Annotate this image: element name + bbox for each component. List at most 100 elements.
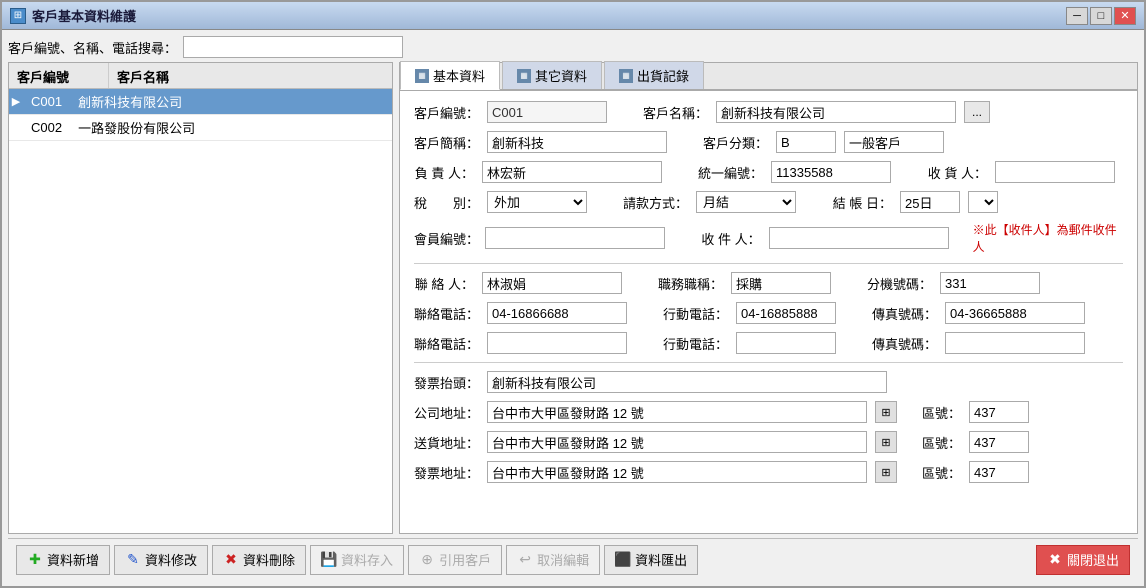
save-icon: 💾 (321, 552, 337, 568)
close-button[interactable]: ✖ 關閉退出 (1036, 545, 1130, 575)
ext-label: 分機號碼： (867, 274, 932, 293)
customer-name-label: 客戶名稱： (643, 103, 708, 122)
form-row-tax: 稅 別： 外加 內含 免稅 請款方式： 月結 現金 結 (414, 191, 1123, 213)
company-addr-input[interactable] (487, 401, 867, 423)
detail-panel: ▦ 基本資料 ▦ 其它資料 ▦ 出貨記錄 客戶 (399, 62, 1138, 534)
maximize-button[interactable]: □ (1090, 7, 1112, 25)
fax1-input[interactable] (945, 302, 1085, 324)
row-indicator: ▶ (9, 95, 23, 108)
cancel-icon: ↩ (517, 552, 533, 568)
company-zone-input[interactable] (969, 401, 1029, 423)
member-input[interactable] (485, 227, 665, 249)
closing-select[interactable] (968, 191, 998, 213)
phone1-label: 聯絡電話： (414, 304, 479, 323)
recipient-input[interactable] (769, 227, 949, 249)
tax-id-input[interactable] (771, 161, 891, 183)
nickname-input[interactable] (487, 131, 667, 153)
company-zone-label: 區號： (921, 403, 961, 422)
job-title-label: 職務職稱： (658, 274, 723, 293)
edit-button[interactable]: ✎ 資料修改 (114, 545, 208, 575)
tab-basic-info[interactable]: ▦ 基本資料 (400, 61, 500, 90)
close-icon: ✖ (1047, 552, 1063, 568)
quote-icon: ⊕ (419, 552, 435, 568)
table-body: ▶ C001 創新科技有限公司 C002 一路發股份有限公司 (9, 89, 392, 533)
job-title-input[interactable] (731, 272, 831, 294)
search-bar: 客戶編號、名稱、電話搜尋： (8, 36, 1138, 58)
cancel-button[interactable]: ↩ 取消編輯 (506, 545, 600, 575)
table-row[interactable]: C002 一路發股份有限公司 (9, 115, 392, 141)
tab-other-info[interactable]: ▦ 其它資料 (502, 61, 602, 89)
table-header: 客戶編號 客戶名稱 (9, 63, 392, 89)
tab-icon: ▦ (517, 69, 531, 83)
tax-select[interactable]: 外加 內含 免稅 (487, 191, 587, 213)
invoice-zone-label: 區號： (921, 463, 961, 482)
add-icon: ✚ (27, 552, 43, 568)
content-area: 客戶編號、名稱、電話搜尋： 客戶編號 客戶名稱 ▶ C001 創新科技有限公司 (2, 30, 1144, 586)
ext-input[interactable] (940, 272, 1040, 294)
main-area: 客戶編號 客戶名稱 ▶ C001 創新科技有限公司 C002 一路發股份有限公司 (8, 62, 1138, 534)
mobile2-input[interactable] (736, 332, 836, 354)
customer-name-ellipsis-button[interactable]: ... (964, 101, 990, 123)
invoice-addr-label: 發票地址： (414, 463, 479, 482)
fax2-input[interactable] (945, 332, 1085, 354)
contact-input[interactable] (482, 161, 662, 183)
form-area: 客戶編號： 客戶名稱： ... 客戶簡稱： 客戶分類： (400, 91, 1137, 533)
toolbar: ✚ 資料新增 ✎ 資料修改 ✖ 資料刪除 💾 資料存入 ⊕ 引用客戶 ↩ 取消編… (8, 538, 1138, 580)
section-divider-2 (414, 362, 1123, 363)
tax-label: 稅 別： (414, 193, 479, 212)
contact-label: 負 責 人： (414, 163, 474, 182)
delivery-addr-input[interactable] (487, 431, 867, 453)
payment-select[interactable]: 月結 現金 (696, 191, 796, 213)
phone1-input[interactable] (487, 302, 627, 324)
payment-label: 請款方式： (623, 193, 688, 212)
close-window-button[interactable]: ✕ (1114, 7, 1136, 25)
receiver-input[interactable] (995, 161, 1115, 183)
tab-shipping-records[interactable]: ▦ 出貨記錄 (604, 61, 704, 89)
form-row-company-addr: 公司地址： ⊞ 區號： (414, 401, 1123, 423)
tax-id-label: 統一編號： (698, 163, 763, 182)
customer-name-input[interactable] (716, 101, 956, 123)
export-button[interactable]: ⬛ 資料匯出 (604, 545, 698, 575)
col-header-code: 客戶編號 (9, 63, 109, 88)
receiver-label: 收 貨 人： (927, 163, 987, 182)
delivery-zone-input[interactable] (969, 431, 1029, 453)
customer-code-label: 客戶編號： (414, 103, 479, 122)
invoice-label: 發票抬頭： (414, 373, 479, 392)
search-label: 客戶編號、名稱、電話搜尋： (8, 38, 177, 57)
search-input[interactable] (183, 36, 403, 58)
fax2-label: 傳真號碼： (872, 334, 937, 353)
form-row-member: 會員編號： 收 件 人： ※此【收件人】為郵件收件人 (414, 221, 1123, 255)
contact2-input[interactable] (482, 272, 622, 294)
invoice-zone-input[interactable] (969, 461, 1029, 483)
title-buttons: ─ □ ✕ (1066, 7, 1136, 25)
form-row-customer-code: 客戶編號： 客戶名稱： ... (414, 101, 1123, 123)
invoice-addr-grid-button[interactable]: ⊞ (875, 461, 897, 483)
form-row-invoice: 發票抬頭： (414, 371, 1123, 393)
invoice-input[interactable] (487, 371, 887, 393)
minimize-button[interactable]: ─ (1066, 7, 1088, 25)
nickname-label: 客戶簡稱： (414, 133, 479, 152)
invoice-addr-input[interactable] (487, 461, 867, 483)
customer-code-cell: C001 (23, 94, 70, 109)
edit-icon: ✎ (125, 552, 141, 568)
form-row-invoice-addr: 發票地址： ⊞ 區號： (414, 461, 1123, 483)
category-input[interactable] (776, 131, 836, 153)
delivery-addr-grid-button[interactable]: ⊞ (875, 431, 897, 453)
company-addr-grid-button[interactable]: ⊞ (875, 401, 897, 423)
mobile1-input[interactable] (736, 302, 836, 324)
closing-label: 結 帳 日： (832, 193, 892, 212)
customer-code-input[interactable] (487, 101, 607, 123)
tab-icon: ▦ (619, 69, 633, 83)
closing-input[interactable] (900, 191, 960, 213)
table-row[interactable]: ▶ C001 創新科技有限公司 (9, 89, 392, 115)
export-icon: ⬛ (615, 552, 631, 568)
quote-button[interactable]: ⊕ 引用客戶 (408, 545, 502, 575)
phone2-label: 聯絡電話： (414, 334, 479, 353)
delete-button[interactable]: ✖ 資料刪除 (212, 545, 306, 575)
delivery-addr-label: 送貨地址： (414, 433, 479, 452)
add-button[interactable]: ✚ 資料新增 (16, 545, 110, 575)
save-button[interactable]: 💾 資料存入 (310, 545, 404, 575)
category-desc-input[interactable] (844, 131, 944, 153)
phone2-input[interactable] (487, 332, 627, 354)
fax1-label: 傳真號碼： (872, 304, 937, 323)
